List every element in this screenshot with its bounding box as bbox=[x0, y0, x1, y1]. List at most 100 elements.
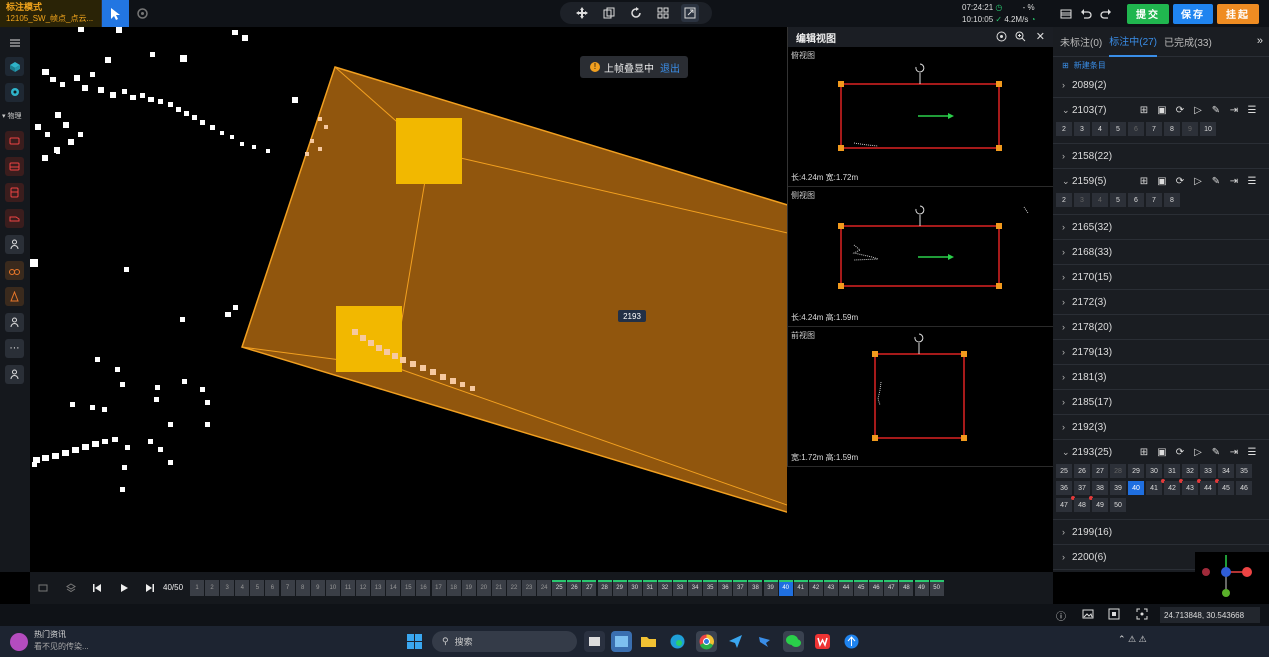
pin-tool-button[interactable] bbox=[5, 83, 24, 102]
timeline-frame[interactable]: 40 bbox=[778, 580, 793, 596]
menu-icon[interactable]: ☰ bbox=[1243, 103, 1261, 117]
undo-button[interactable] bbox=[1077, 5, 1095, 23]
edit-icon[interactable]: ✎ bbox=[1207, 174, 1225, 188]
timeline-frame[interactable]: 23 bbox=[522, 580, 537, 596]
timeline-frame[interactable]: 34 bbox=[688, 580, 703, 596]
extra-class-button[interactable] bbox=[5, 365, 24, 384]
next-frame-button[interactable] bbox=[143, 581, 157, 595]
frame-chip[interactable]: 46 bbox=[1236, 481, 1252, 495]
timeline-frame[interactable]: 39 bbox=[763, 580, 778, 596]
group-header[interactable]: › 2181(3) bbox=[1053, 365, 1269, 389]
timeline-frame[interactable]: 47 bbox=[884, 580, 899, 596]
timeline-frame[interactable]: 21 bbox=[491, 580, 506, 596]
bus-class-button[interactable] bbox=[5, 183, 24, 202]
play-button[interactable] bbox=[117, 581, 131, 595]
dingtalk-app[interactable] bbox=[754, 631, 775, 652]
taskbar-search[interactable]: ⚲ 搜索 bbox=[432, 631, 577, 652]
tray-icons[interactable]: ⌃ ⚠ ⚠ bbox=[1118, 634, 1168, 655]
menu-icon[interactable]: ☰ bbox=[1243, 174, 1261, 188]
play-icon[interactable]: ▷ bbox=[1189, 174, 1207, 188]
timeline-frame[interactable]: 42 bbox=[808, 580, 823, 596]
info-icon[interactable]: ⓘ bbox=[1056, 608, 1066, 623]
settings-button[interactable] bbox=[135, 6, 150, 21]
timeline-frame[interactable]: 22 bbox=[506, 580, 521, 596]
frame-chip[interactable]: 25 bbox=[1056, 464, 1072, 478]
play-icon[interactable]: ▷ bbox=[1189, 445, 1207, 459]
timeline-frame[interactable]: 15 bbox=[401, 580, 416, 596]
timeline-frame[interactable]: 18 bbox=[446, 580, 461, 596]
car-class-button[interactable] bbox=[5, 131, 24, 150]
menu-button[interactable] bbox=[5, 33, 24, 52]
close-icon[interactable]: ✕ bbox=[1036, 30, 1045, 43]
export-tool-button[interactable] bbox=[681, 4, 700, 22]
extra-app[interactable] bbox=[841, 631, 862, 652]
group-header[interactable]: › 2192(3) bbox=[1053, 415, 1269, 439]
layers-button[interactable] bbox=[64, 581, 78, 595]
group-header[interactable]: › 2179(13) bbox=[1053, 340, 1269, 364]
frame-chip[interactable]: 43 bbox=[1182, 479, 1201, 495]
frame-chip[interactable]: 2 bbox=[1056, 122, 1072, 136]
group-header[interactable]: › 2178(20) bbox=[1053, 315, 1269, 339]
frame-chip[interactable]: 39 bbox=[1110, 481, 1126, 495]
timeline-frame[interactable]: 11 bbox=[340, 580, 355, 596]
frame-chip[interactable]: 8 bbox=[1164, 122, 1180, 136]
timeline-frame[interactable]: 14 bbox=[386, 580, 401, 596]
cyclist-class-button[interactable] bbox=[5, 261, 24, 280]
timeline-frame[interactable]: 44 bbox=[839, 580, 854, 596]
wps-app[interactable] bbox=[812, 631, 833, 652]
timeline-frame[interactable]: 6 bbox=[265, 580, 280, 596]
timeline-frame[interactable]: 20 bbox=[476, 580, 491, 596]
timeline-frame[interactable]: 25 bbox=[552, 580, 567, 596]
copy-tool-button[interactable] bbox=[600, 4, 618, 22]
timeline-frame[interactable]: 48 bbox=[899, 580, 914, 596]
cube-tool-button[interactable] bbox=[5, 57, 24, 76]
layout-icon[interactable]: ⊞ bbox=[1135, 445, 1153, 459]
move-tool-button[interactable] bbox=[573, 4, 591, 22]
object-label[interactable]: 2193 bbox=[618, 310, 646, 322]
frame-chip[interactable]: 26 bbox=[1074, 464, 1090, 478]
frame-chip[interactable]: 47 bbox=[1056, 496, 1075, 512]
top-view-panel[interactable]: 俯视图 长:4.24m 宽:1.72m bbox=[788, 47, 1053, 187]
feishu-app[interactable] bbox=[725, 631, 746, 652]
group-header[interactable]: ⌄ 2103(7) ⊞ ▣ ⟳ ▷ ✎ ⇥ ☰ bbox=[1053, 98, 1269, 122]
redo-button[interactable] bbox=[1097, 5, 1115, 23]
new-entry-button[interactable]: ⊞ 新建条目 bbox=[1053, 57, 1269, 73]
timeline-frame[interactable]: 43 bbox=[823, 580, 838, 596]
start-button[interactable] bbox=[404, 631, 425, 652]
box-handle-left[interactable] bbox=[336, 306, 402, 372]
snapshot-button[interactable] bbox=[36, 581, 50, 595]
frame-chip[interactable]: 6 bbox=[1128, 193, 1144, 207]
overlay-exit-link[interactable]: 退出 bbox=[660, 60, 680, 75]
list-button[interactable] bbox=[1057, 5, 1075, 23]
group-header[interactable]: › 2089(2) bbox=[1053, 73, 1269, 97]
frame-chip[interactable]: 50 bbox=[1110, 498, 1126, 512]
point-cloud-canvas[interactable] bbox=[30, 27, 787, 572]
frame-chip[interactable]: 5 bbox=[1110, 193, 1126, 207]
zoom-button[interactable] bbox=[1015, 31, 1026, 45]
menu-icon[interactable]: ☰ bbox=[1243, 445, 1261, 459]
frame-chip[interactable]: 27 bbox=[1092, 464, 1108, 478]
frame-chip[interactable]: 48 bbox=[1074, 496, 1093, 512]
frame-chip[interactable]: 29 bbox=[1128, 464, 1144, 478]
frame-chip[interactable]: 8 bbox=[1164, 193, 1180, 207]
export-icon[interactable]: ⇥ bbox=[1225, 103, 1243, 117]
timeline-frame[interactable]: 33 bbox=[673, 580, 687, 596]
timeline-frame[interactable]: 10 bbox=[325, 580, 340, 596]
edit-icon[interactable]: ✎ bbox=[1207, 445, 1225, 459]
front-view-panel[interactable]: 前视图 宽:1.72m 高:1.59m bbox=[788, 327, 1053, 467]
frame-chip[interactable]: 41 bbox=[1146, 479, 1165, 495]
refresh-icon[interactable]: ⟳ bbox=[1171, 174, 1189, 188]
frame-chip[interactable]: 30 bbox=[1146, 464, 1162, 478]
edit-icon[interactable]: ✎ bbox=[1207, 103, 1225, 117]
edge-app[interactable] bbox=[667, 631, 688, 652]
submit-button[interactable]: 提交 bbox=[1127, 3, 1169, 24]
timeline-frame[interactable]: 5 bbox=[250, 580, 265, 596]
timeline-frame[interactable]: 49 bbox=[914, 580, 929, 596]
frame-chip[interactable]: 4 bbox=[1092, 193, 1108, 207]
folder-icon[interactable]: ▣ bbox=[1153, 174, 1171, 188]
frame-chip[interactable]: 32 bbox=[1182, 464, 1198, 478]
box-handle-top[interactable] bbox=[396, 118, 462, 184]
timeline-frame[interactable]: 38 bbox=[748, 580, 763, 596]
timeline-frame[interactable]: 8 bbox=[295, 580, 310, 596]
frame-chip[interactable]: 3 bbox=[1074, 122, 1090, 136]
